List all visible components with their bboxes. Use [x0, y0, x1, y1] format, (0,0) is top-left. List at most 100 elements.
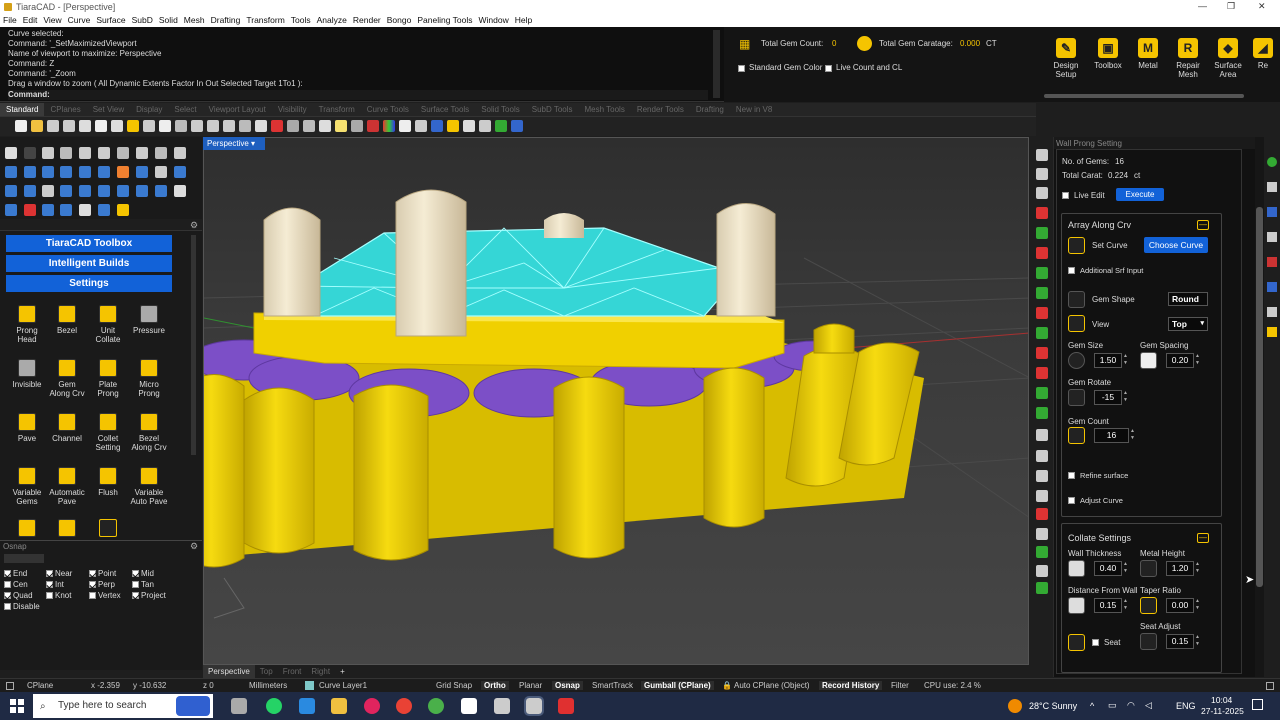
- check-icon[interactable]: [79, 204, 91, 216]
- variable-gems-tool[interactable]: Variable Gems: [6, 467, 48, 506]
- repair-mesh-button[interactable]: R Repair Mesh: [1166, 32, 1210, 92]
- move-icon[interactable]: [174, 120, 187, 132]
- clock-date[interactable]: 27-11-2025: [1201, 706, 1244, 716]
- tab-perspective[interactable]: Perspective: [203, 665, 255, 678]
- clock-time[interactable]: 10:04: [1211, 695, 1232, 705]
- layout-icon[interactable]: [1266, 682, 1274, 690]
- toolbox-button[interactable]: ▣ Toolbox: [1086, 32, 1130, 92]
- zoom-icon[interactable]: [190, 120, 203, 132]
- panel-icon[interactable]: [1267, 232, 1277, 242]
- invisible-tool[interactable]: Invisible: [6, 359, 48, 389]
- analyze-icon[interactable]: [24, 204, 36, 216]
- tab-display[interactable]: Display: [130, 103, 168, 116]
- target-icon[interactable]: [1036, 508, 1048, 520]
- restore-button[interactable]: ❐: [1227, 1, 1235, 12]
- tab-solid-tools[interactable]: Solid Tools: [475, 103, 526, 116]
- tab-surface-tools[interactable]: Surface Tools: [415, 103, 475, 116]
- sphere-solid-icon[interactable]: [79, 166, 91, 178]
- pan-hand-icon[interactable]: [158, 120, 171, 132]
- tab-top[interactable]: Top: [255, 665, 278, 678]
- standard-gem-color-checkbox[interactable]: [738, 63, 747, 73]
- panel-icon[interactable]: [1267, 307, 1277, 317]
- zoom-extents-icon[interactable]: [222, 120, 235, 132]
- zoom-selected-icon[interactable]: [238, 120, 251, 132]
- clipboard-icon[interactable]: [126, 120, 139, 132]
- collapse-icon[interactable]: —: [1197, 220, 1209, 230]
- tab-mesh-tools[interactable]: Mesh Tools: [579, 103, 631, 116]
- weather-text[interactable]: 28°C Sunny: [1029, 701, 1077, 711]
- osnap-mid[interactable]: Mid: [132, 569, 154, 580]
- menu-view[interactable]: View: [40, 14, 64, 26]
- pinterest-icon[interactable]: [364, 698, 380, 714]
- copy-icon[interactable]: [78, 120, 91, 132]
- gem-along-crv-tool[interactable]: Gem Along Crv: [46, 359, 88, 398]
- sun-icon[interactable]: [462, 120, 475, 132]
- green-tool-icon[interactable]: [1036, 546, 1048, 558]
- viewport-icon[interactable]: [1036, 187, 1048, 199]
- menu-drafting[interactable]: Drafting: [208, 14, 244, 26]
- tiara-toolbox-header[interactable]: TiaraCAD Toolbox: [6, 235, 172, 252]
- save-icon[interactable]: [46, 120, 59, 132]
- app-icon[interactable]: [558, 698, 574, 714]
- task-view-icon[interactable]: [231, 698, 247, 714]
- units[interactable]: Millimeters: [249, 681, 287, 690]
- gem-spacing-stepper[interactable]: ▲ ▼: [1195, 353, 1201, 368]
- dropper-icon[interactable]: [1036, 490, 1048, 502]
- gem-size-input[interactable]: 1.50: [1094, 353, 1122, 368]
- record-history-toggle[interactable]: Record History: [819, 681, 883, 690]
- execute-button[interactable]: Execute: [1116, 188, 1164, 201]
- panel-scrollbar[interactable]: [1255, 137, 1264, 677]
- tab-transform[interactable]: Transform: [313, 103, 361, 116]
- text-icon[interactable]: [174, 166, 186, 178]
- mesh-icon[interactable]: [98, 166, 110, 178]
- viewport-title-tab[interactable]: Perspective ▾: [203, 137, 265, 150]
- menu-tools[interactable]: Tools: [288, 14, 314, 26]
- menu-surface[interactable]: Surface: [93, 14, 128, 26]
- surface-area-button[interactable]: ◆ Surface Area: [1206, 32, 1250, 92]
- tab-select[interactable]: Select: [168, 103, 202, 116]
- notification-icon[interactable]: [1252, 699, 1263, 710]
- tab-curve-tools[interactable]: Curve Tools: [361, 103, 415, 116]
- minimize-button[interactable]: —: [1198, 1, 1207, 11]
- additional-srf-checkbox[interactable]: [1068, 265, 1077, 275]
- rotate-icon[interactable]: [136, 185, 148, 197]
- gem-count-input[interactable]: 16: [1094, 428, 1129, 443]
- red-tool-icon[interactable]: [1036, 347, 1048, 359]
- osnap-quad[interactable]: Quad: [4, 591, 33, 602]
- system-tray-chevron-icon[interactable]: ^: [1090, 701, 1094, 711]
- sphere-icon[interactable]: [430, 120, 443, 132]
- collapse-icon[interactable]: —: [1197, 533, 1209, 543]
- planar-toggle[interactable]: Planar: [519, 681, 542, 690]
- boolean-icon[interactable]: [136, 166, 148, 178]
- bezel-along-crv-tool[interactable]: Bezel Along Crv: [128, 413, 170, 452]
- osnap-cen[interactable]: Cen: [4, 580, 28, 591]
- whatsapp-icon[interactable]: [266, 698, 282, 714]
- cut-icon[interactable]: [94, 120, 107, 132]
- gear-icon[interactable]: [478, 120, 491, 132]
- new-file-icon[interactable]: [14, 120, 27, 132]
- osnap-point[interactable]: Point: [89, 569, 116, 580]
- osnap-settings-icon[interactable]: ⚙: [190, 541, 198, 552]
- menu-subd[interactable]: SubD: [129, 14, 156, 26]
- command-scrollbar[interactable]: [713, 30, 720, 98]
- panel-icon[interactable]: [1267, 327, 1277, 337]
- render-icon[interactable]: [398, 120, 411, 132]
- live-count-checkbox[interactable]: [825, 63, 834, 73]
- surface-plane-icon[interactable]: [5, 166, 17, 178]
- tab-drafting[interactable]: Drafting: [690, 103, 730, 116]
- more-button[interactable]: ◢ Re: [1248, 32, 1278, 92]
- auto-cplane-toggle[interactable]: Auto CPlane (Object): [734, 681, 810, 690]
- green-tool-icon[interactable]: [1036, 327, 1048, 339]
- osnap-toggle[interactable]: Osnap: [552, 681, 583, 690]
- tab-viewport-layout[interactable]: Viewport Layout: [203, 103, 272, 116]
- extra-tool[interactable]: [46, 519, 88, 540]
- gem-shape-select[interactable]: Round: [1168, 292, 1208, 306]
- filter-toggle[interactable]: Filter: [891, 681, 909, 690]
- red-tool-icon[interactable]: [1036, 367, 1048, 379]
- volume-icon[interactable]: ◁: [1145, 700, 1152, 711]
- layer-icon[interactable]: [350, 120, 363, 132]
- cylinder-icon[interactable]: [60, 166, 72, 178]
- taper-input[interactable]: 0.00: [1166, 598, 1194, 613]
- toolbar-scrollbar[interactable]: [1044, 94, 1244, 98]
- osnap-vertex[interactable]: Vertex: [89, 591, 121, 602]
